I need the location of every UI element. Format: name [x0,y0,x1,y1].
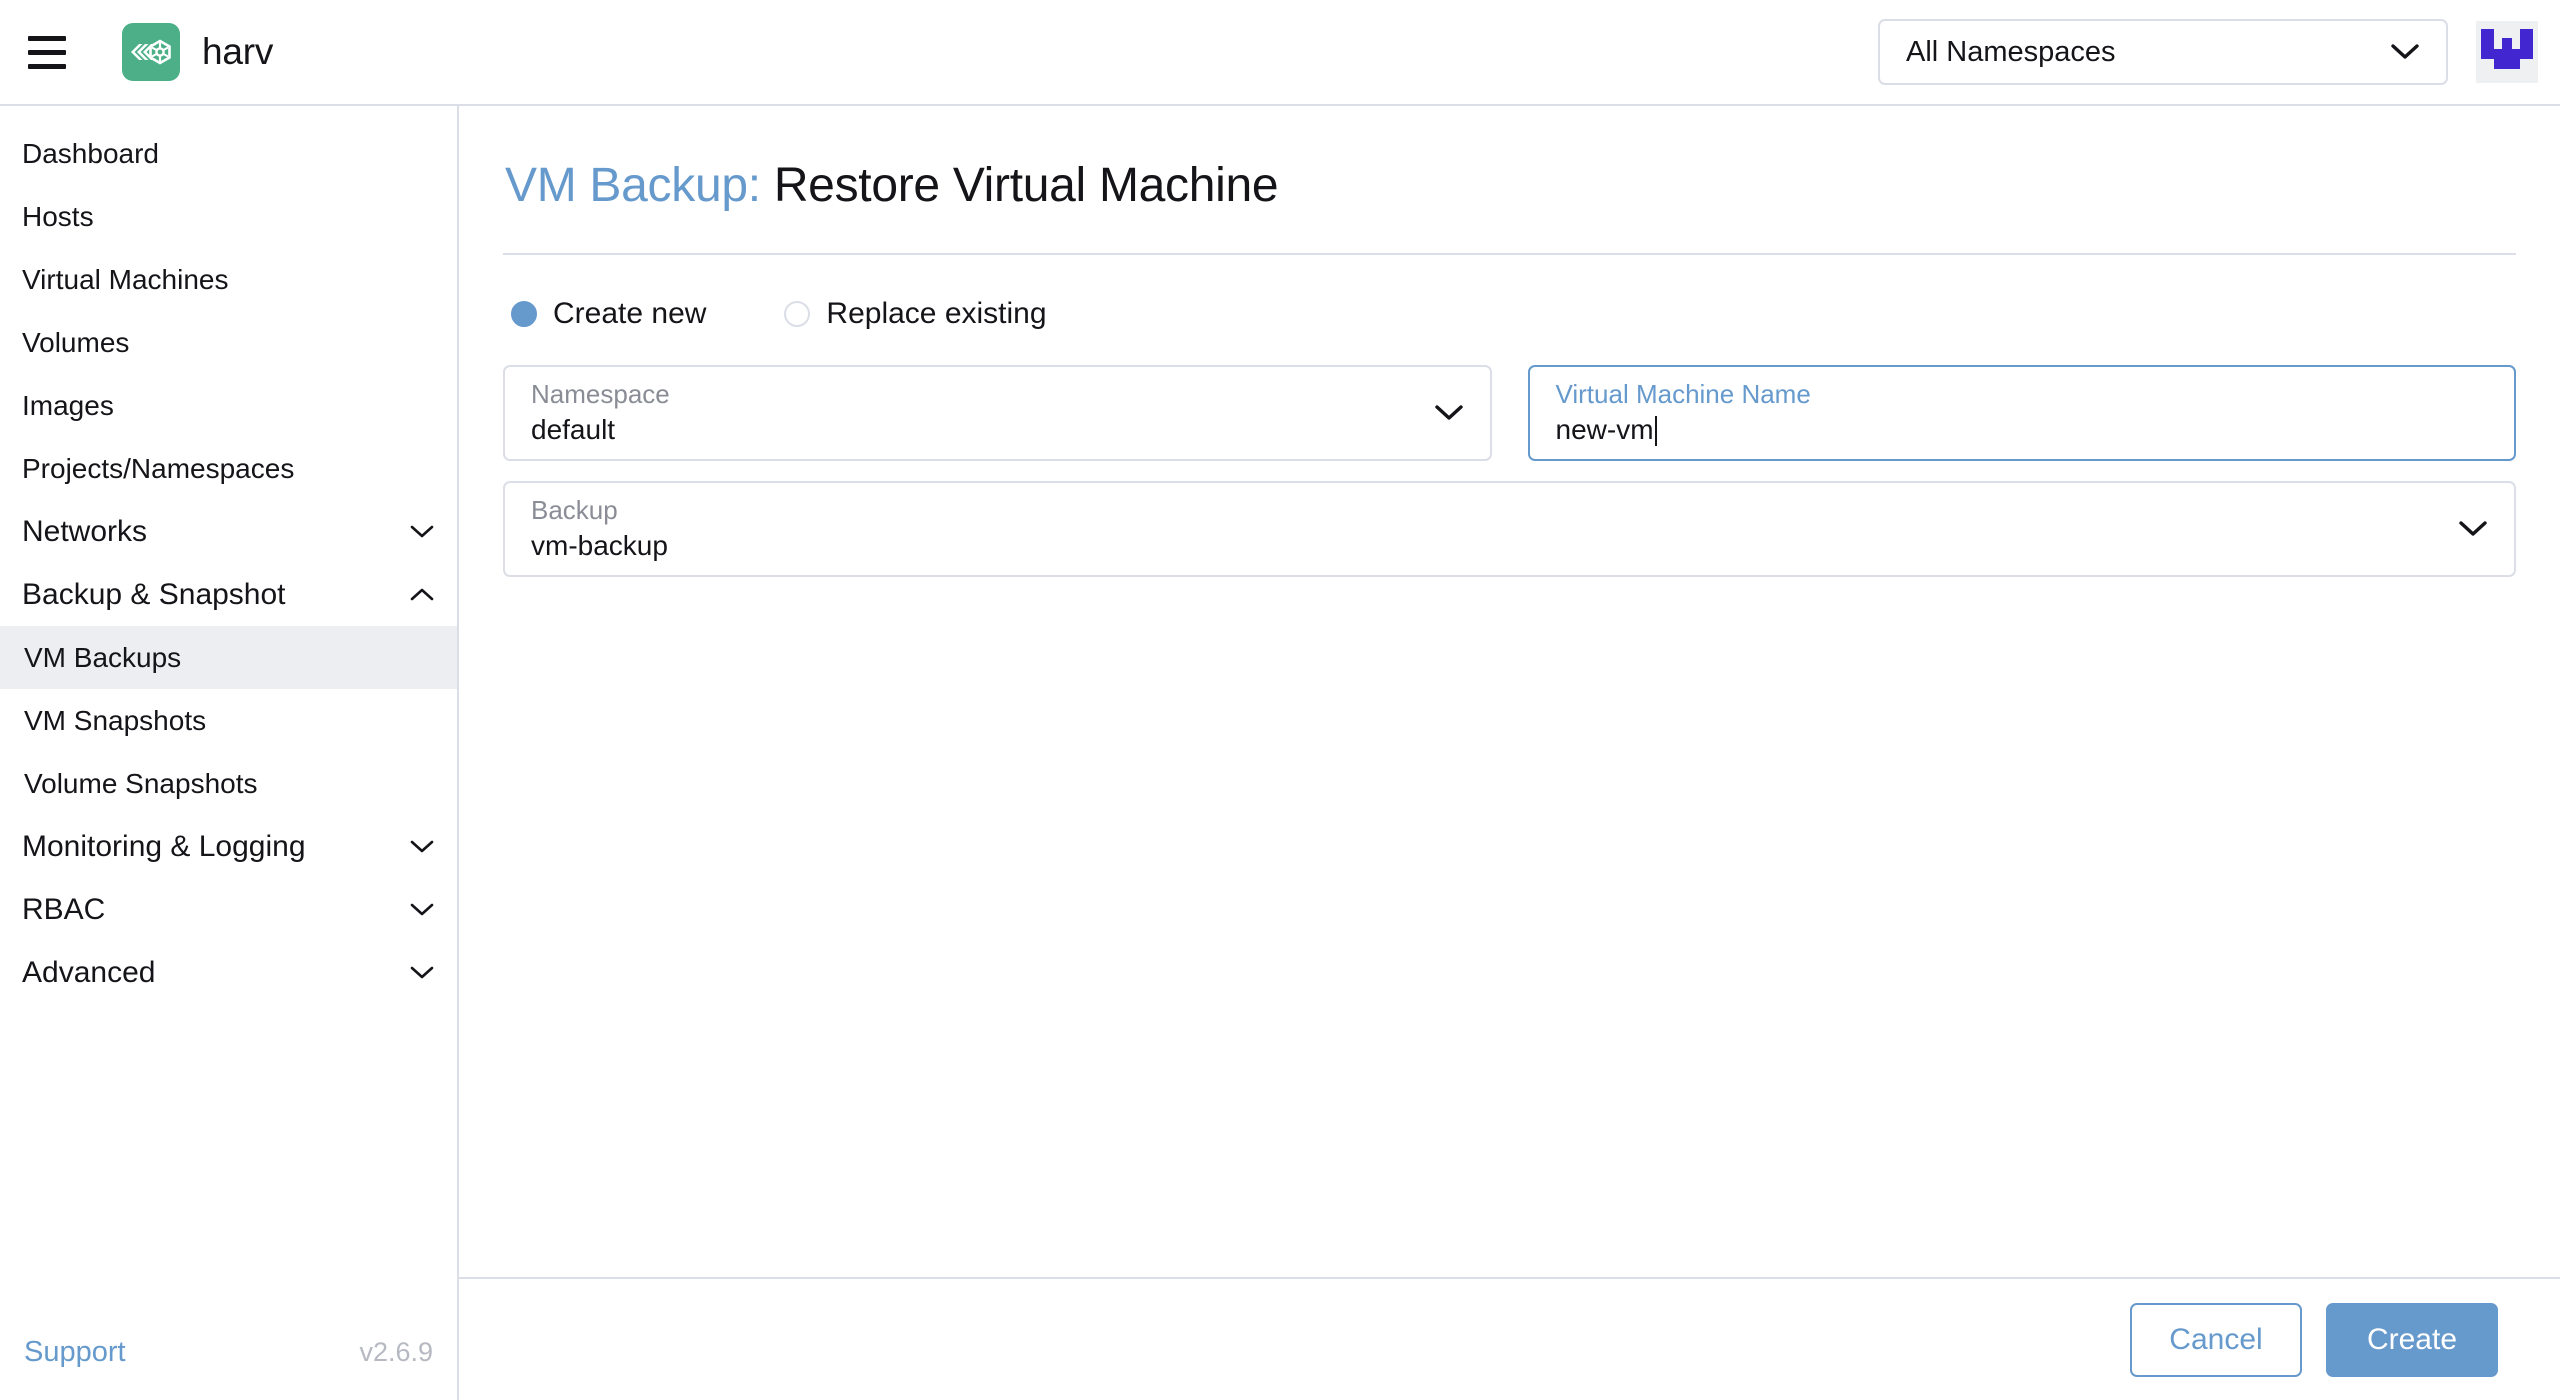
version-label: v2.6.9 [359,1336,433,1367]
page-title-rest: Restore Virtual Machine [760,159,1279,212]
backup-select-label: Backup [531,494,618,525]
chevron-up-icon [409,587,435,603]
sidebar-group-rbac[interactable]: RBAC [0,878,457,941]
backup-select-value: vm-backup [531,530,668,562]
vm-name-input[interactable]: Virtual Machine Name new-vm [1527,365,2516,461]
sidebar-item-projects-namespaces[interactable]: Projects/Namespaces [0,437,457,500]
radio-mark-icon [511,301,537,327]
main-panel: VM Backup: Restore Virtual Machine Creat… [459,106,2560,1400]
sidebar-item-label: Projects/Namespaces [22,452,295,484]
top-header: harv All Namespaces [0,0,2560,106]
chevron-down-icon [1434,404,1464,422]
sidebar-item-virtual-machines[interactable]: Virtual Machines [0,248,457,311]
sidebar-item-label: VM Snapshots [24,704,207,736]
sidebar-item-vm-backups[interactable]: VM Backups [0,626,457,689]
sidebar-item-label: Virtual Machines [22,263,229,295]
header-right-group: All Namespaces [1878,19,2560,85]
chevron-down-icon [409,965,435,981]
page-title: VM Backup: Restore Virtual Machine [503,106,2516,253]
sidebar-footer: Support v2.6.9 [0,1304,457,1400]
namespace-selector-value: All Namespaces [1906,35,2116,68]
sidebar-item-label: Monitoring & Logging [22,829,306,863]
sidebar-item-label: RBAC [22,892,106,926]
user-avatar-icon[interactable] [2476,21,2538,83]
support-link[interactable]: Support [24,1336,126,1369]
text-cursor [1654,415,1657,446]
harvester-logo-icon [122,23,180,81]
field-row-backup: Backup vm-backup [503,481,2516,577]
sidebar-item-label: Volumes [22,326,130,358]
brand-name: harv [202,31,274,72]
vm-name-input-value: new-vm [1556,415,2489,446]
chevron-down-icon [409,839,435,855]
chevron-down-icon [409,902,435,918]
sidebar-group-advanced[interactable]: Advanced [0,941,457,1004]
sidebar-item-label: Hosts [22,200,94,232]
radio-create-new[interactable]: Create new [511,297,706,331]
sidebar-item-volumes[interactable]: Volumes [0,311,457,374]
sidebar-item-images[interactable]: Images [0,374,457,437]
sidebar-group-monitoring-logging[interactable]: Monitoring & Logging [0,815,457,878]
vm-name-input-label: Virtual Machine Name [1555,378,1811,409]
sidebar-item-label: Advanced [22,955,156,989]
backup-select[interactable]: Backup vm-backup [503,481,2516,577]
restore-mode-radio-group: Create new Replace existing [503,255,2516,365]
cancel-button[interactable]: Cancel [2130,1302,2302,1377]
brand[interactable]: harv [122,23,273,81]
body-row: Dashboard Hosts Virtual Machines Volumes… [0,106,2560,1400]
chevron-down-icon [2390,43,2420,61]
sidebar-item-label: Volume Snapshots [24,767,258,799]
sidebar-nav: Dashboard Hosts Virtual Machines Volumes… [0,122,457,1304]
hamburger-icon[interactable] [28,33,72,71]
sidebar-group-backup-snapshot[interactable]: Backup & Snapshot [0,563,457,626]
field-row-top: Namespace default Virtual Machine Name n… [503,365,2516,461]
create-button[interactable]: Create [2326,1302,2498,1377]
namespace-select-value: default [531,414,616,446]
sidebar: Dashboard Hosts Virtual Machines Volumes… [0,106,459,1400]
sidebar-item-label: Networks [22,514,148,548]
sidebar-item-label: Backup & Snapshot [22,577,286,611]
sidebar-item-dashboard[interactable]: Dashboard [0,122,457,185]
namespace-select[interactable]: Namespace default [503,365,1492,461]
form-action-bar: Cancel Create [459,1277,2560,1400]
sidebar-item-label: Images [22,389,114,421]
chevron-down-icon [409,524,435,540]
sidebar-item-volume-snapshots[interactable]: Volume Snapshots [0,752,457,815]
sidebar-group-networks[interactable]: Networks [0,500,457,563]
radio-mark-icon [784,301,811,327]
sidebar-item-hosts[interactable]: Hosts [0,185,457,248]
app-root: harv All Namespaces Dashboard Hosts Virt… [0,0,2560,1400]
page-title-prefix: VM Backup: [505,159,761,212]
sidebar-item-label: Dashboard [22,137,159,169]
namespace-selector[interactable]: All Namespaces [1878,19,2448,85]
namespace-select-label: Namespace [531,378,670,409]
radio-label: Replace existing [826,297,1047,330]
radio-label: Create new [553,297,707,330]
main-content: VM Backup: Restore Virtual Machine Creat… [459,106,2560,1277]
radio-replace-existing[interactable]: Replace existing [784,297,1047,331]
chevron-down-icon [2458,520,2488,538]
sidebar-item-vm-snapshots[interactable]: VM Snapshots [0,689,457,752]
vm-name-text: new-vm [1555,414,1654,446]
sidebar-item-label: VM Backups [24,641,182,673]
